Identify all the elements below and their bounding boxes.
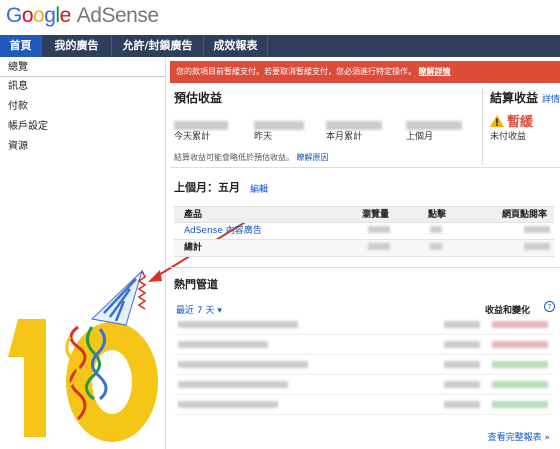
divider-line (170, 267, 560, 268)
last-month-edit-link[interactable]: 編輯 (250, 182, 268, 195)
alert-learn-more-link[interactable]: 瞭解詳情 (419, 67, 451, 76)
anniversary-10-graphic (8, 269, 158, 442)
list-item[interactable] (174, 395, 554, 415)
tab-home[interactable]: 首頁 (0, 35, 42, 57)
logo-letter-g: G (6, 4, 22, 27)
estimated-earnings-title: 預估收益 (174, 91, 223, 105)
tab-allow-block-ads[interactable]: 允許/封鎖廣告 (112, 35, 204, 57)
digit-one-shape (8, 319, 46, 437)
last-month-title: 上個月：五月 (174, 181, 240, 194)
table-header-row: 產品 瀏覽量 點擊 網頁點閱率 (174, 206, 554, 223)
list-item[interactable] (174, 335, 554, 355)
tab-my-ads[interactable]: 我的廣告 (42, 35, 112, 57)
col-product: 產品 (184, 210, 203, 220)
list-item[interactable] (174, 375, 554, 395)
finalized-earnings-title: 結算收益 (490, 91, 539, 105)
earnings-note: 結算收益可能會略低於預估收益。 瞭解原因 (174, 152, 329, 163)
alert-text: 您的款項目前暫緩支付。若要取消暫緩支付，您必須進行特定操作。 (176, 67, 416, 76)
row-product-content-ads[interactable]: AdSense 內容廣告 (184, 223, 262, 240)
period-label-yesterday: 昨天 (254, 132, 273, 142)
help-icon[interactable]: ? (544, 301, 555, 312)
table-total-row: 總計 (174, 240, 554, 257)
earnings-note-text: 結算收益可能會略低於預估收益。 (174, 153, 294, 162)
col-pageviews: 瀏覽量 (362, 210, 390, 220)
section-divider (482, 87, 483, 165)
row-total-label: 總計 (184, 243, 203, 253)
top-navigation: 首頁 我的廣告 允許/封鎖廣告 成效報表 (0, 35, 560, 57)
sidebar: 總覽 訊息 付款 帳戶設定 資源 (0, 57, 166, 449)
main-content: 您的款項目前暫緩支付。若要取消暫緩支付，您必須進行特定操作。 瞭解詳情 預估收益… (170, 57, 560, 449)
logo-letter-o2: o (33, 4, 45, 27)
logo-product-name: AdSense (76, 4, 159, 27)
finalized-details-link[interactable]: 詳情 (542, 92, 560, 105)
period-label-today: 今天累計 (174, 132, 211, 142)
unpaid-earnings-label: 未付收益 (490, 132, 527, 142)
top-channels-title: 熱門管道 (174, 278, 218, 291)
logo-letter-o1: o (21, 4, 34, 27)
earnings-note-why-link[interactable]: 瞭解原因 (297, 153, 329, 162)
divider-line (170, 167, 560, 168)
period-label-this-month: 本月累計 (326, 132, 363, 142)
list-item[interactable] (174, 355, 554, 375)
tab-performance-reports[interactable]: 成效報表 (204, 35, 268, 57)
list-item[interactable] (174, 315, 554, 335)
view-full-report-link[interactable]: 查看完整報表 » (488, 430, 550, 443)
adsense-logo[interactable]: Google AdSense (6, 4, 159, 30)
col-page-ctr: 網頁點閱率 (502, 210, 548, 220)
logo-letter-g2: g (44, 4, 56, 27)
payment-hold-alert: 您的款項目前暫緩支付。若要取消暫緩支付，您必須進行特定操作。 瞭解詳情 (170, 61, 560, 83)
hold-status: 暫緩 (490, 111, 533, 130)
table-row: AdSense 內容廣告 (174, 223, 554, 240)
warning-icon (490, 114, 504, 127)
col-clicks: 點擊 (428, 210, 447, 220)
last-month-table: 產品 瀏覽量 點擊 網頁點閱率 AdSense 內容廣告 總計 (174, 206, 554, 257)
hold-status-label: 暫緩 (507, 115, 534, 130)
logo-letter-e: e (59, 4, 72, 27)
period-label-last-month: 上個月 (406, 132, 434, 142)
